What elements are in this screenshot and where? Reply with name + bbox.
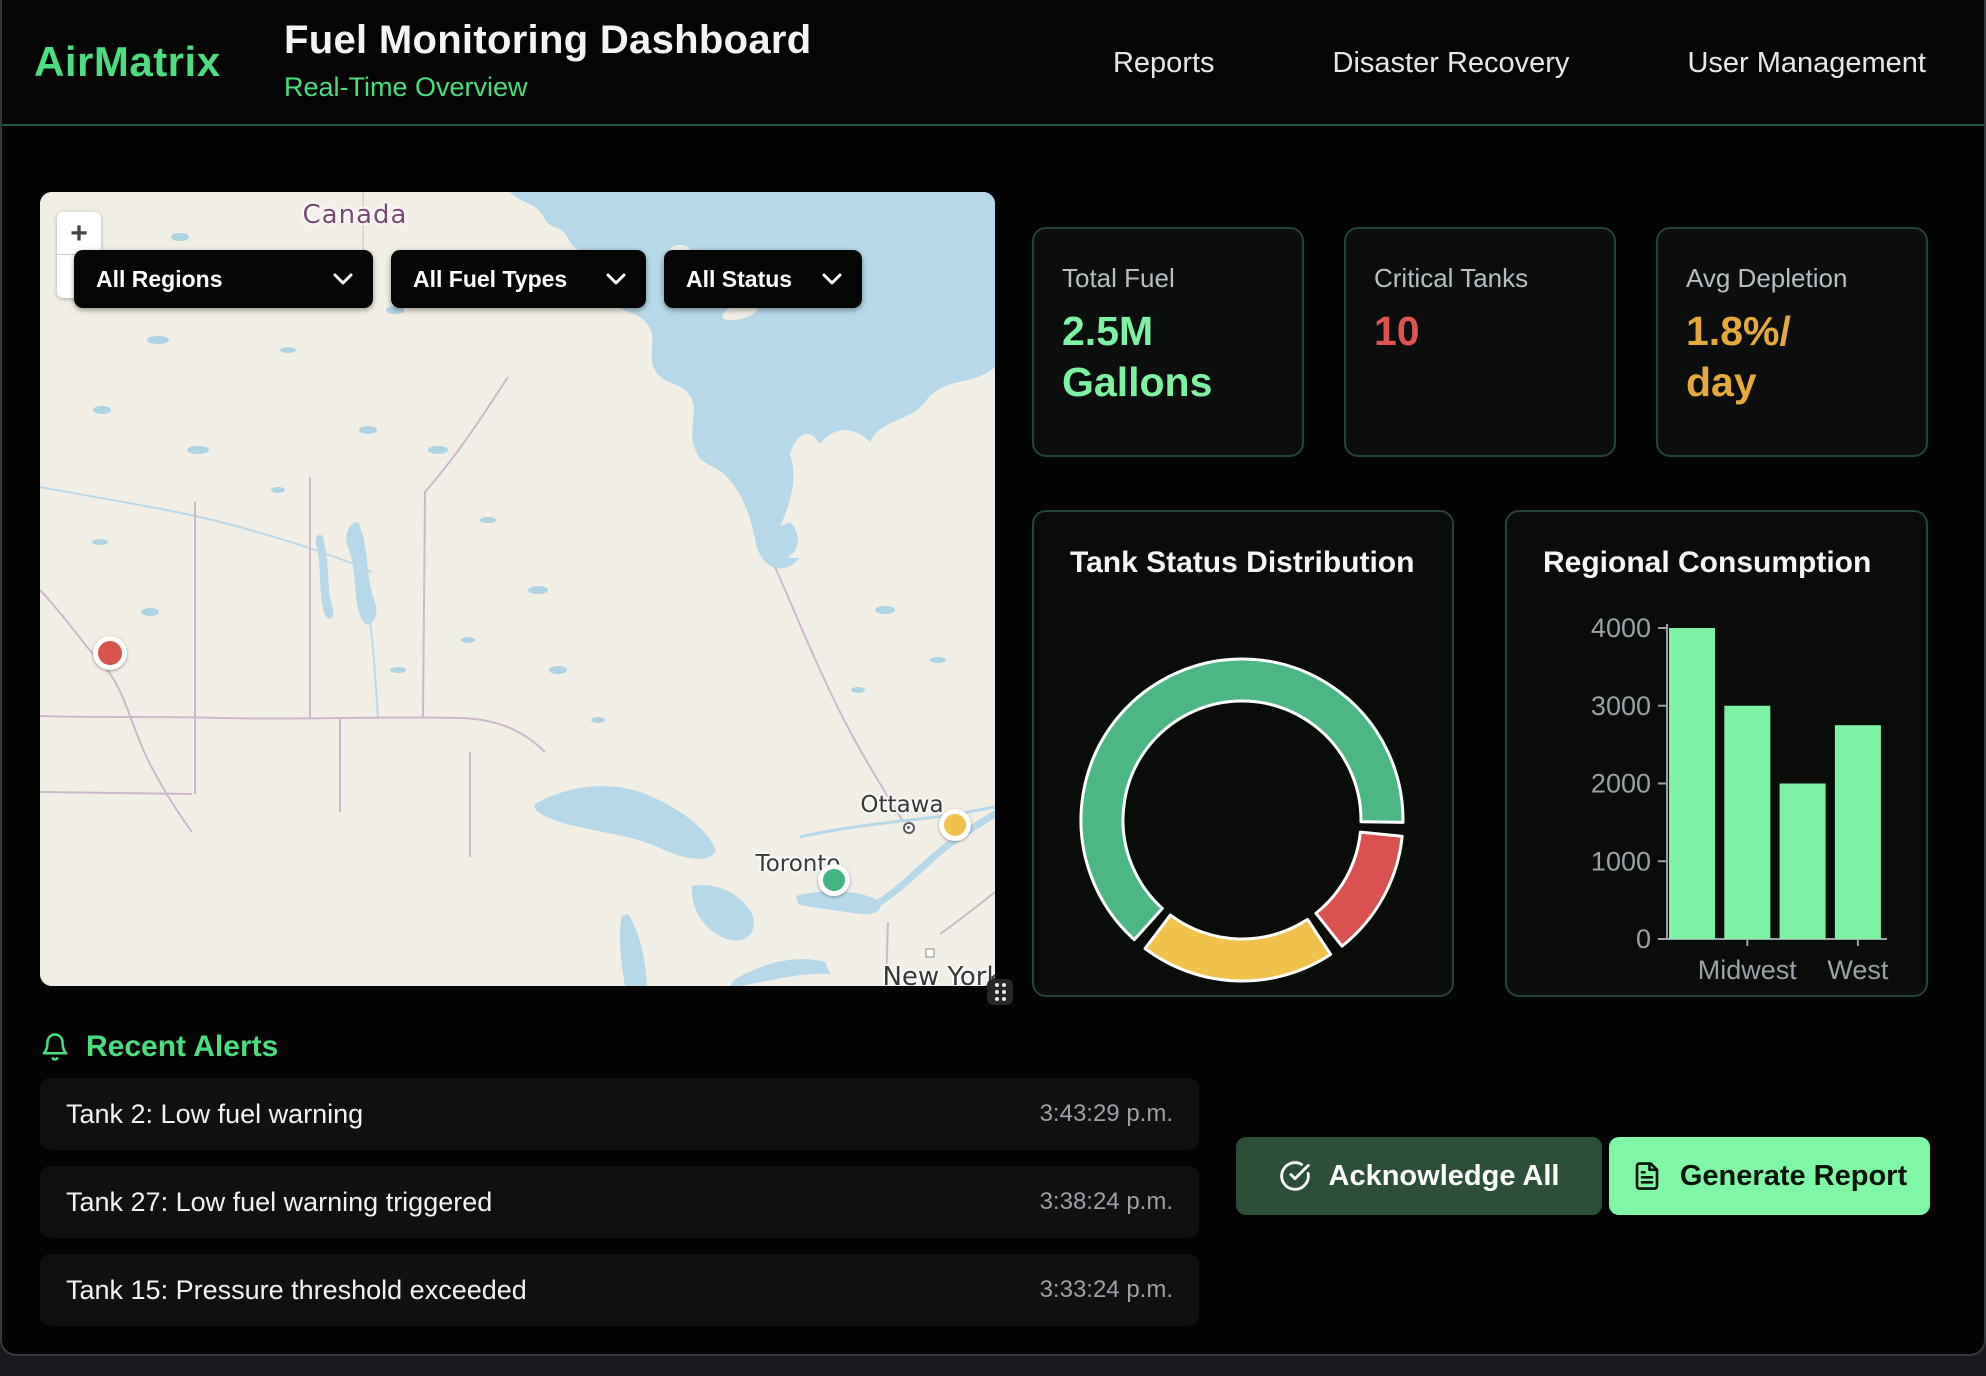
page-subtitle: Real-Time Overview <box>284 72 811 103</box>
svg-text:4000: 4000 <box>1591 613 1651 643</box>
stat-card-avg-depletion: Avg Depletion 1.8%/day <box>1656 227 1928 457</box>
stat-card-total-fuel: Total Fuel 2.5MGallons <box>1032 227 1304 457</box>
map-label-canada: Canada <box>303 200 408 230</box>
stat-value: 2.5MGallons <box>1062 306 1274 409</box>
stat-label: Avg Depletion <box>1686 263 1898 294</box>
alert-text: Tank 27: Low fuel warning triggered <box>66 1187 492 1218</box>
map-base <box>40 192 995 986</box>
app-window: AirMatrix Fuel Monitoring Dashboard Real… <box>0 0 1986 1356</box>
alert-row[interactable]: Tank 27: Low fuel warning triggered 3:38… <box>40 1166 1199 1238</box>
map-filters: All Regions All Fuel Types All Status <box>74 250 862 308</box>
alert-time: 3:38:24 p.m. <box>1040 1188 1173 1216</box>
nav-reports[interactable]: Reports <box>1113 47 1215 80</box>
recent-alerts-header: Recent Alerts <box>40 1030 278 1064</box>
main-nav: Reports Disaster Recovery User Managemen… <box>1113 0 1926 126</box>
recent-alerts-title: Recent Alerts <box>86 1030 278 1064</box>
svg-text:Midwest: Midwest <box>1698 955 1798 985</box>
map-zoom-in-button[interactable]: + <box>57 212 101 255</box>
tank-marker-critical[interactable] <box>93 636 127 670</box>
tank-marker-normal[interactable] <box>818 864 850 896</box>
chart-title: Regional Consumption <box>1543 546 1871 580</box>
tank-status-donut-chart <box>1034 512 1456 999</box>
alert-time: 3:33:24 p.m. <box>1040 1276 1173 1304</box>
svg-text:3000: 3000 <box>1591 691 1651 721</box>
region-filter-dropdown[interactable]: All Regions <box>74 250 373 308</box>
nav-disaster-recovery[interactable]: Disaster Recovery <box>1333 47 1570 80</box>
alert-text: Tank 2: Low fuel warning <box>66 1099 363 1130</box>
alert-row[interactable]: Tank 15: Pressure threshold exceeded 3:3… <box>40 1254 1199 1326</box>
stat-value: 10 <box>1374 306 1586 357</box>
generate-report-button[interactable]: Generate Report <box>1609 1137 1930 1215</box>
nav-user-management[interactable]: User Management <box>1687 47 1926 80</box>
svg-text:0: 0 <box>1636 924 1651 954</box>
map-panel: Canada Ottawa Toronto New York + All Reg… <box>40 192 995 986</box>
acknowledge-all-button[interactable]: Acknowledge All <box>1236 1137 1602 1215</box>
svg-text:2000: 2000 <box>1591 769 1651 799</box>
alert-text: Tank 15: Pressure threshold exceeded <box>66 1275 527 1306</box>
stat-value: 1.8%/day <box>1686 306 1898 409</box>
stat-label: Critical Tanks <box>1374 263 1586 294</box>
app-logo: AirMatrix <box>34 38 221 86</box>
chart-title: Tank Status Distribution <box>1070 546 1414 580</box>
tank-status-card: Tank Status Distribution <box>1032 510 1454 997</box>
regional-consumption-bar-chart: 0 1000 2000 3000 4000 Midwest West <box>1507 512 1930 999</box>
chevron-down-icon <box>333 273 353 285</box>
page-title: Fuel Monitoring Dashboard <box>284 18 811 63</box>
svg-text:1000: 1000 <box>1591 846 1651 876</box>
file-text-icon <box>1632 1161 1662 1191</box>
map-canvas[interactable]: Canada Ottawa Toronto New York <box>40 192 995 986</box>
alert-row[interactable]: Tank 2: Low fuel warning 3:43:29 p.m. <box>40 1078 1199 1150</box>
status-filter-dropdown[interactable]: All Status <box>664 250 862 308</box>
stat-label: Total Fuel <box>1062 263 1274 294</box>
map-label-new-york: New York <box>882 962 995 986</box>
alert-time: 3:43:29 p.m. <box>1040 1100 1173 1128</box>
fuel-type-filter-dropdown[interactable]: All Fuel Types <box>391 250 646 308</box>
page-title-block: Fuel Monitoring Dashboard Real-Time Over… <box>284 18 811 103</box>
new-york-town-dot <box>926 949 935 958</box>
regional-consumption-card: Regional Consumption 0 1000 2000 3000 40… <box>1505 510 1928 997</box>
map-resize-handle[interactable] <box>987 979 1013 1005</box>
chevron-down-icon <box>822 273 842 285</box>
ottawa-town-dot <box>903 822 915 834</box>
map-label-ottawa: Ottawa <box>860 792 943 818</box>
tank-marker-warning[interactable] <box>939 809 971 841</box>
stat-card-critical-tanks: Critical Tanks 10 <box>1344 227 1616 457</box>
header: AirMatrix Fuel Monitoring Dashboard Real… <box>2 0 1984 126</box>
chevron-down-icon <box>606 273 626 285</box>
svg-text:West: West <box>1827 955 1889 985</box>
bell-icon <box>40 1031 70 1063</box>
check-circle-icon <box>1279 1160 1311 1192</box>
